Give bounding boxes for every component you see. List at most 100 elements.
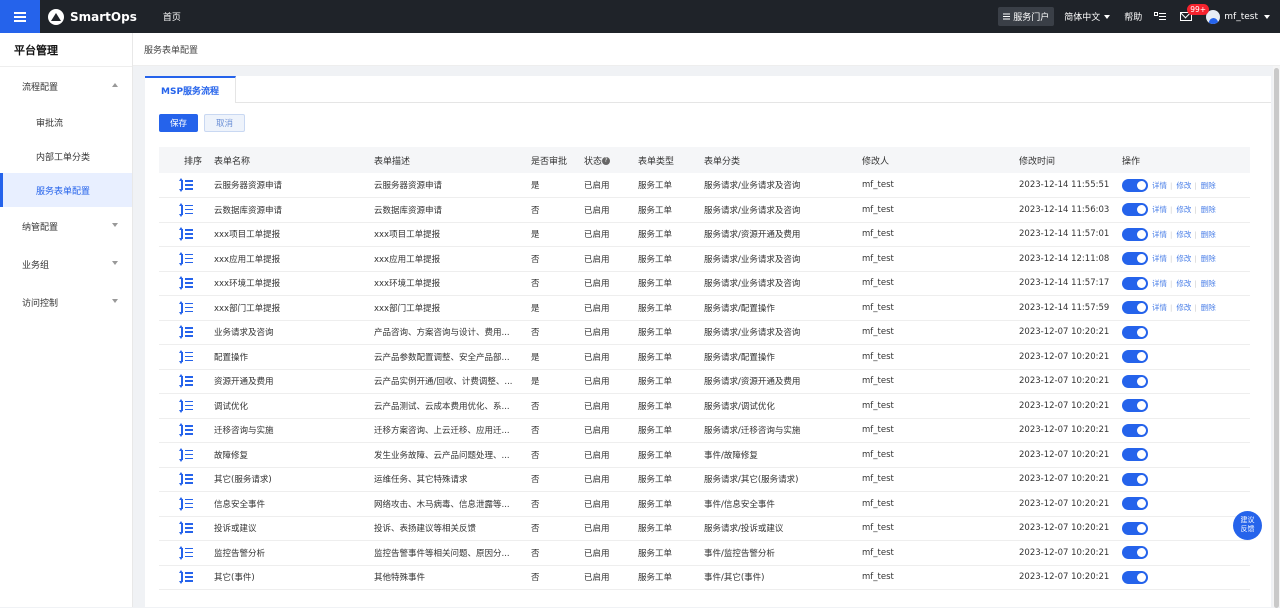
sort-handle-icon[interactable] [179,251,193,266]
sidebar-item-approval-flow[interactable]: 审批流 [0,105,132,139]
enable-toggle[interactable] [1122,448,1148,462]
detail-link[interactable]: 详情 [1152,181,1167,190]
row-approval: 否 [531,393,584,419]
row-name: 业务请求及咨询 [214,320,374,345]
delete-link[interactable]: 删除 [1201,254,1216,263]
enable-toggle[interactable] [1122,546,1148,560]
sort-handle-icon[interactable] [179,472,193,487]
row-type: 服务工单 [638,442,704,468]
detail-link[interactable]: 详情 [1152,205,1167,214]
sidebar-group-flow-config[interactable]: 流程配置 [0,67,132,105]
message-button[interactable]: 99+ [1180,3,1210,22]
sidebar-item-service-form-config[interactable]: 服务表单配置 [0,173,132,207]
sort-handle-icon[interactable] [179,178,193,192]
edit-link[interactable]: 修改 [1176,279,1191,288]
enable-toggle[interactable] [1122,350,1148,364]
sort-handle-icon[interactable] [179,227,193,242]
sort-handle-icon[interactable] [179,423,193,438]
cancel-button[interactable]: 取消 [204,114,246,132]
edit-link[interactable]: 修改 [1176,205,1191,214]
sort-handle-icon[interactable] [179,398,193,413]
hamburger-icon [14,15,26,18]
sort-handle-icon[interactable] [179,325,193,340]
sort-handle-icon[interactable] [179,349,193,364]
edit-link[interactable]: 修改 [1176,303,1191,312]
scrollbar-thumb[interactable] [1274,68,1279,608]
sort-handle-icon[interactable] [179,374,193,389]
column-header-actions: 操作 [1122,147,1250,173]
column-header-modifier: 修改人 [862,147,1019,173]
row-status: 已启用 [584,442,638,468]
task-list-icon[interactable] [1154,11,1167,22]
sort-handle-icon[interactable] [179,447,193,462]
enable-toggle[interactable] [1122,570,1148,584]
row-description: xxx部门工单提报 [374,295,531,321]
help-link[interactable]: 帮助 [1124,10,1142,23]
delete-link[interactable]: 删除 [1201,181,1216,190]
row-category: 服务请求/调试优化 [704,393,862,419]
sort-handle-icon[interactable] [179,300,193,315]
enable-toggle[interactable] [1122,472,1148,486]
page-scrollbar[interactable] [1273,66,1280,608]
table-row: xxx环境工单提报 xxx环境工单提报否已启用 服务工单 服务请求/业务请求及咨询 mf… [159,271,1250,296]
row-category: 服务请求/业务请求及咨询 [704,320,862,345]
sidebar-item-internal-ticket-category[interactable]: 内部工单分类 [0,139,132,173]
enable-toggle[interactable] [1122,374,1148,388]
user-name[interactable]: mf_test [1224,12,1258,22]
sort-handle-icon[interactable] [179,496,193,511]
row-description: 网络攻击、木马病毒、信息泄露等... [374,491,531,517]
language-select[interactable]: 简体中文 [1064,10,1111,23]
menu-toggle-button[interactable] [0,0,40,33]
detail-link[interactable]: 详情 [1152,254,1167,263]
enable-toggle[interactable] [1122,497,1148,511]
row-category: 服务请求/配置操作 [704,344,862,370]
detail-link[interactable]: 详情 [1152,230,1167,239]
sidebar-group-business-group[interactable]: 业务组 [0,245,132,283]
save-button[interactable]: 保存 [159,114,199,132]
logo[interactable]: SmartOps [48,8,137,25]
edit-link[interactable]: 修改 [1176,254,1191,263]
detail-link[interactable]: 详情 [1152,279,1167,288]
sidebar-group-access-control[interactable]: 访问控制 [0,283,132,321]
delete-link[interactable]: 删除 [1201,279,1216,288]
enable-toggle[interactable] [1122,203,1148,217]
sidebar: 平台管理 流程配置 审批流 内部工单分类 服务表单配置 纳管配置 业务组 访问控… [0,33,133,607]
detail-link[interactable]: 详情 [1152,303,1167,312]
row-category: 事件/故障修复 [704,442,862,468]
row-description: 迁移方案咨询、上云迁移、应用迁... [374,418,531,443]
delete-link[interactable]: 删除 [1201,205,1216,214]
enable-toggle[interactable] [1122,399,1148,413]
sort-handle-icon[interactable] [179,521,193,536]
tab-msp-service-flow[interactable]: MSP服务流程 [145,76,237,103]
breadcrumb: 服务表单配置 [133,33,1280,66]
enable-toggle[interactable] [1122,301,1148,315]
sort-handle-icon[interactable] [179,202,193,217]
delete-link[interactable]: 删除 [1201,230,1216,239]
row-description: xxx环境工单提报 [374,271,531,296]
enable-toggle[interactable] [1122,521,1148,535]
question-icon[interactable]: ? [602,157,611,165]
feedback-button[interactable]: 建议 反馈 [1233,511,1262,540]
enable-toggle[interactable] [1122,227,1148,241]
row-modifier: mf_test [862,491,1019,517]
enable-toggle[interactable] [1122,178,1148,192]
row-actions [1122,540,1250,566]
service-portal-button[interactable]: 服务门户 [998,7,1055,26]
edit-link[interactable]: 修改 [1176,230,1191,239]
home-link[interactable]: 首页 [163,10,181,23]
sidebar-group-managed-config[interactable]: 纳管配置 [0,207,132,245]
enable-toggle[interactable] [1122,325,1148,339]
row-name: 云数据库资源申请 [214,197,374,223]
sort-handle-icon[interactable] [179,276,193,291]
table-row: 其它(服务请求) 运维任务、其它特殊请求否已启用 服务工单 服务请求/其它(服务请求)… [159,467,1250,492]
row-category: 服务请求/业务请求及咨询 [704,173,862,198]
edit-link[interactable]: 修改 [1176,181,1191,190]
row-sort-cell [159,344,214,370]
chevron-down-icon[interactable] [1264,14,1270,19]
delete-link[interactable]: 删除 [1201,303,1216,312]
enable-toggle[interactable] [1122,252,1148,266]
enable-toggle[interactable] [1122,423,1148,437]
sort-handle-icon[interactable] [179,570,193,585]
sort-handle-icon[interactable] [179,545,193,560]
enable-toggle[interactable] [1122,276,1148,290]
